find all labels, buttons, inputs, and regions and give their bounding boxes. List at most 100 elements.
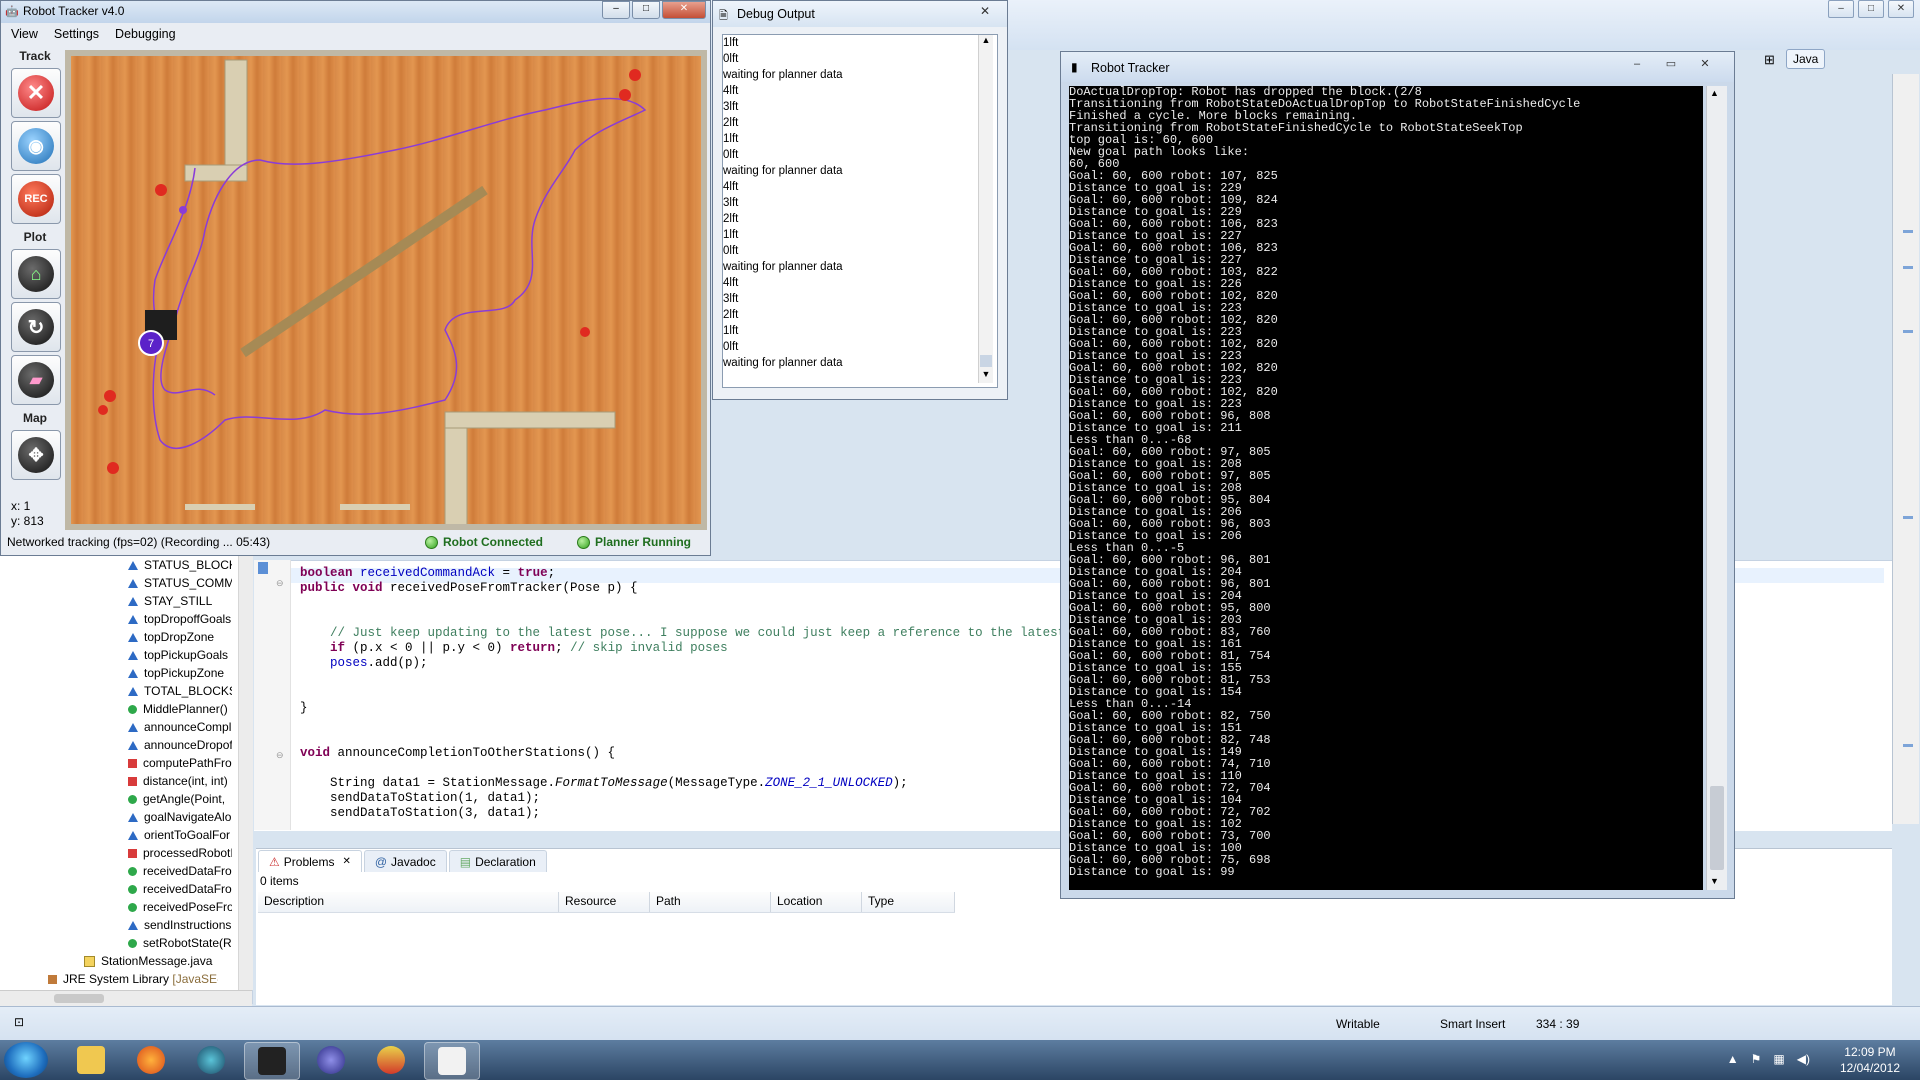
app-taskbar-button[interactable]: [184, 1042, 238, 1078]
menu-debugging[interactable]: Debugging: [107, 25, 183, 45]
outline-item[interactable]: setRobotState(Ro: [128, 934, 232, 952]
ruler-marker[interactable]: [1903, 744, 1913, 747]
file-item[interactable]: StationMessage.java: [84, 952, 254, 970]
outline-item[interactable]: receivedDataFror: [128, 862, 232, 880]
tab-declaration[interactable]: ▤ Declaration: [448, 850, 547, 872]
declaration-icon: ▤: [459, 854, 472, 869]
outline-hscrollbar[interactable]: [0, 990, 252, 1007]
maximize-button[interactable]: □: [632, 1, 660, 19]
outline-item[interactable]: topDropZone: [128, 628, 232, 646]
close-tab-icon[interactable]: ✕: [342, 856, 350, 867]
outline-item[interactable]: STAY_STILL: [128, 592, 232, 610]
close-button[interactable]: ✕: [1888, 0, 1914, 18]
menu-view[interactable]: View: [3, 25, 46, 45]
minimize-button[interactable]: –: [1828, 0, 1854, 18]
outline-item[interactable]: STATUS_COMMA: [128, 574, 232, 592]
column-description[interactable]: Description: [258, 892, 559, 912]
java-taskbar-button[interactable]: [424, 1042, 480, 1080]
outline-item[interactable]: topDropoffGoals: [128, 610, 232, 628]
plot-erase-button[interactable]: ▰: [11, 355, 61, 405]
snapshot-button[interactable]: ◉: [11, 121, 61, 171]
clock[interactable]: 12:09 PM 12/04/2012: [1840, 1044, 1900, 1076]
outline-item[interactable]: receivedDataFror: [128, 880, 232, 898]
title-bar[interactable]: 🗎 Debug Output ✕: [713, 1, 1007, 27]
scroll-thumb[interactable]: [54, 994, 104, 1003]
outline-item[interactable]: receivedPoseFror: [128, 898, 232, 916]
outline-item[interactable]: orientToGoalFor: [128, 826, 232, 844]
plot-rotate-button[interactable]: ↻: [11, 302, 61, 352]
outline-item[interactable]: topPickupZone: [128, 664, 232, 682]
code-token: return: [510, 641, 556, 655]
firefox-taskbar-button[interactable]: [124, 1042, 178, 1078]
outline-item[interactable]: TOTAL_BLOCKS: [128, 682, 232, 700]
robot-tracker-taskbar-button[interactable]: [244, 1042, 300, 1080]
code-line: String data1 = StationMessage.FormatToMe…: [300, 776, 1095, 791]
maximize-button[interactable]: □: [1858, 0, 1884, 18]
column-resource[interactable]: Resource: [559, 892, 650, 912]
ruler-marker[interactable]: [1903, 230, 1913, 233]
maximize-button[interactable]: ▭: [1658, 57, 1684, 71]
column-type[interactable]: Type: [862, 892, 955, 912]
window-title: Debug Output: [737, 7, 815, 21]
column-path[interactable]: Path: [650, 892, 771, 912]
scroll-down-icon[interactable]: ▼: [1710, 876, 1719, 886]
menu-settings[interactable]: Settings: [46, 25, 107, 45]
show-hidden-icon[interactable]: ▲: [1727, 1052, 1739, 1066]
ruler-marker[interactable]: [1903, 330, 1913, 333]
fold-icon[interactable]: ⊖: [276, 750, 284, 761]
scroll-thumb[interactable]: [1710, 786, 1724, 870]
outline-item[interactable]: sendInstructions: [128, 916, 232, 934]
scroll-down-icon[interactable]: ▼: [980, 369, 992, 383]
arena-border: [65, 50, 707, 530]
outline-item[interactable]: computePathFro: [128, 754, 232, 772]
gutter-marker: [258, 562, 268, 574]
debug-scrollbar[interactable]: ▲ ▼: [978, 35, 993, 383]
outline-scrollbar[interactable]: [238, 548, 253, 990]
title-bar[interactable]: 🤖 Robot Tracker v4.0 – □ ✕: [1, 1, 710, 23]
start-button[interactable]: [4, 1042, 48, 1078]
outline-item[interactable]: topPickupGoals: [128, 646, 232, 664]
app-taskbar-button[interactable]: [364, 1042, 418, 1078]
scroll-up-icon[interactable]: ▲: [980, 35, 992, 49]
tab-label: Declaration: [475, 854, 536, 869]
open-perspective-icon[interactable]: ⊞: [1764, 52, 1775, 68]
minimize-button[interactable]: –: [602, 1, 630, 19]
outline-item[interactable]: announceDropof: [128, 736, 232, 754]
planner-running-label: Planner Running: [595, 535, 691, 549]
outline-item[interactable]: goalNavigateAlo: [128, 808, 232, 826]
record-button[interactable]: REC: [11, 174, 61, 224]
map-button[interactable]: ✥: [11, 430, 61, 480]
close-button[interactable]: ✕: [971, 4, 999, 20]
ruler-marker[interactable]: [1903, 516, 1913, 519]
explorer-taskbar-button[interactable]: [64, 1042, 118, 1078]
close-button[interactable]: ✕: [1692, 57, 1718, 71]
scroll-thumb[interactable]: [980, 355, 992, 367]
eclipse-taskbar-button[interactable]: [304, 1042, 358, 1078]
outline-item[interactable]: STATUS_BLOCK_: [128, 556, 232, 574]
java-perspective-button[interactable]: Java: [1786, 49, 1826, 69]
outline-item[interactable]: distance(int, int): [128, 772, 232, 790]
close-button[interactable]: ✕: [662, 1, 706, 19]
outline-item[interactable]: getAngle(Point,: [128, 790, 232, 808]
flag-icon[interactable]: ⚑: [1751, 1052, 1762, 1066]
column-location[interactable]: Location: [771, 892, 862, 912]
outline-item[interactable]: processedRobotI: [128, 844, 232, 862]
outline-item[interactable]: announceCompl: [128, 718, 232, 736]
title-bar[interactable]: ▮ Robot Tracker – ▭ ✕: [1061, 52, 1734, 82]
stop-button[interactable]: ✕: [11, 68, 61, 118]
ruler-marker[interactable]: [1903, 266, 1913, 269]
console-scrollbar[interactable]: ▲ ▼: [1706, 86, 1727, 890]
tab-problems[interactable]: ⚠ Problems ✕: [258, 850, 362, 872]
outline-item[interactable]: MiddlePlanner(): [128, 700, 232, 718]
debug-line: 2lft: [723, 117, 739, 129]
code-token: boolean: [300, 566, 361, 580]
plot-path-button[interactable]: ⌂: [11, 249, 61, 299]
network-icon[interactable]: ▦: [1773, 1052, 1784, 1066]
library-item[interactable]: JRE System Library [JavaSE-1.7]: [48, 970, 218, 988]
volume-icon[interactable]: ◀): [1797, 1052, 1810, 1066]
scroll-up-icon[interactable]: ▲: [1710, 88, 1719, 98]
app-icon: [377, 1046, 405, 1074]
tab-javadoc[interactable]: @ Javadoc: [363, 850, 447, 872]
minimize-button[interactable]: –: [1624, 57, 1650, 71]
fold-icon[interactable]: ⊖: [276, 578, 284, 589]
